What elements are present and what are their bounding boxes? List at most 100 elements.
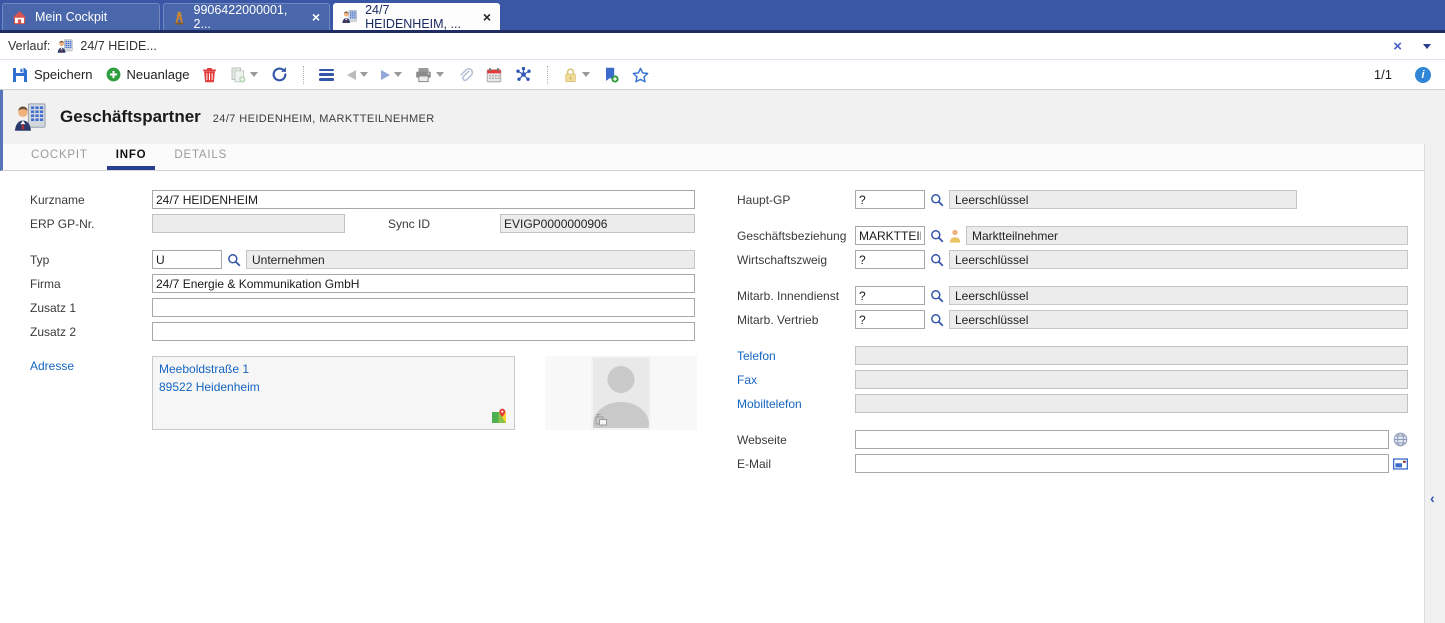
favorite-button[interactable] (632, 67, 649, 83)
email-label: E-Mail (737, 456, 772, 471)
nav-back-button[interactable] (347, 69, 357, 80)
tab-info[interactable]: INFO (106, 144, 156, 170)
fax-label[interactable]: Fax (737, 373, 855, 387)
mobiltelefon-label[interactable]: Mobiltelefon (737, 397, 855, 411)
mitarb-vertrieb-row: Mitarb. Vertrieb Leerschlüssel (737, 310, 1408, 329)
search-icon (931, 289, 944, 302)
calendar-button[interactable] (486, 67, 502, 83)
menu-button[interactable] (319, 68, 335, 81)
geschaeftsbeziehung-code-input[interactable] (855, 226, 925, 245)
telefon-input (855, 346, 1408, 365)
kurzname-input[interactable] (152, 190, 695, 209)
erp-gp-input (152, 214, 345, 233)
mobiltelefon-input (855, 394, 1408, 413)
window-tab-label: Mein Cockpit (35, 10, 108, 24)
new-button[interactable]: Neuanlage (106, 67, 189, 82)
window-tab-cockpit[interactable]: Mein Cockpit (2, 3, 160, 30)
nav-forward-button[interactable] (381, 69, 391, 80)
webseite-input[interactable] (855, 430, 1389, 449)
print-button[interactable] (415, 67, 432, 83)
search-icon (228, 253, 241, 266)
info-icon[interactable]: i (1415, 66, 1431, 83)
collapse-panel-icon[interactable]: ‹ (1430, 490, 1435, 506)
tab-details[interactable]: DETAILS (165, 144, 236, 170)
lock-button[interactable] (563, 67, 578, 83)
chevron-down-icon[interactable] (1423, 43, 1431, 49)
attachment-button[interactable] (457, 67, 474, 83)
network-icon (516, 66, 532, 81)
tab-cockpit[interactable]: COCKPIT (22, 144, 97, 170)
zusatz1-input[interactable] (152, 298, 695, 317)
person-icon (949, 229, 961, 243)
mitarb-innendienst-text: Leerschlüssel (949, 286, 1408, 305)
mitarb-innendienst-search-button[interactable] (929, 288, 945, 304)
chevron-down-icon[interactable] (250, 72, 259, 77)
bookmark-add-button[interactable] (603, 67, 620, 83)
chevron-down-icon[interactable] (394, 72, 403, 77)
mitarb-vertrieb-text: Leerschlüssel (949, 310, 1408, 329)
change-photo-icon[interactable] (595, 413, 608, 426)
wirtschaftszweig-label: Wirtschaftszweig (737, 252, 828, 267)
haupt-gp-search-button[interactable] (929, 192, 945, 208)
adresse-box[interactable]: Meeboldstraße 1 89522 Heidenheim (152, 356, 515, 430)
business-partner-icon (57, 39, 73, 53)
save-button[interactable]: Speichern (12, 67, 93, 83)
globe-icon[interactable] (1393, 432, 1408, 447)
business-partner-icon (342, 9, 357, 24)
window-tab-heidenheim[interactable]: 24/7 HEIDENHEIM, ... × (333, 3, 500, 31)
photo-placeholder[interactable] (591, 356, 651, 430)
copy-button[interactable] (230, 67, 246, 83)
typ-code-input[interactable] (152, 250, 222, 269)
save-label: Speichern (34, 67, 93, 82)
window-tab-label: 9906422000001, 2... (193, 3, 288, 31)
mitarb-vertrieb-search-button[interactable] (929, 312, 945, 328)
window-tab-object[interactable]: 9906422000001, 2... × (163, 3, 330, 31)
typ-label: Typ (30, 252, 50, 267)
plus-circle-icon (106, 67, 120, 82)
kurzname-row: Kurzname (30, 190, 695, 209)
show-map-button[interactable] (491, 408, 507, 424)
page-title: Geschäftspartner (60, 107, 201, 126)
chevron-down-icon[interactable] (436, 72, 445, 77)
close-history-icon[interactable]: × (1393, 39, 1402, 54)
telefon-label[interactable]: Telefon (737, 349, 855, 363)
photo-area (545, 356, 697, 430)
page-subtitle: 24/7 HEIDENHEIM, MARKTTEILNEHMER (212, 113, 435, 125)
refresh-icon (273, 67, 287, 82)
refresh-button[interactable] (271, 66, 288, 83)
pylon-icon (174, 11, 184, 24)
firma-input[interactable] (152, 274, 695, 293)
close-tab-icon[interactable]: × (312, 10, 320, 24)
toolbar: Speichern Neuanlage 1/1 i (0, 60, 1445, 90)
adresse-label[interactable]: Adresse (30, 359, 74, 373)
typ-row: Typ Unternehmen (30, 250, 695, 269)
search-icon (931, 313, 944, 326)
calendar-icon (487, 67, 502, 82)
chevron-down-icon[interactable] (582, 72, 591, 77)
bookmark-add-icon (606, 67, 620, 83)
geschaeftsbeziehung-search-button[interactable] (929, 228, 945, 244)
delete-button[interactable] (202, 67, 217, 83)
mitarb-innendienst-code-input[interactable] (855, 286, 925, 305)
business-partner-icon (14, 102, 46, 132)
geschaeftsbeziehung-text: Marktteilnehmer (966, 226, 1408, 245)
mitarb-vertrieb-code-input[interactable] (855, 310, 925, 329)
relations-button[interactable] (515, 66, 532, 83)
wirtschaftszweig-row: Wirtschaftszweig Leerschlüssel (737, 250, 1408, 269)
close-tab-icon[interactable]: × (483, 10, 491, 24)
haupt-gp-code-input[interactable] (855, 190, 925, 209)
app-window: Mein Cockpit 9906422000001, 2... × 24/7 … (0, 0, 1445, 623)
webseite-row: Webseite (737, 430, 1408, 449)
email-icon[interactable] (1393, 457, 1408, 470)
zusatz2-input[interactable] (152, 322, 695, 341)
history-item[interactable]: 24/7 HEIDE... (80, 39, 156, 53)
wirtschaftszweig-search-button[interactable] (929, 252, 945, 268)
email-input[interactable] (855, 454, 1389, 473)
wirtschaftszweig-code-input[interactable] (855, 250, 925, 269)
typ-search-button[interactable] (226, 252, 242, 268)
webseite-label: Webseite (737, 432, 787, 447)
erp-gp-label: ERP GP-Nr. (30, 216, 95, 231)
window-tab-bar: Mein Cockpit 9906422000001, 2... × 24/7 … (0, 0, 1445, 33)
chevron-down-icon[interactable] (360, 72, 369, 77)
firma-row: Firma (30, 274, 695, 293)
